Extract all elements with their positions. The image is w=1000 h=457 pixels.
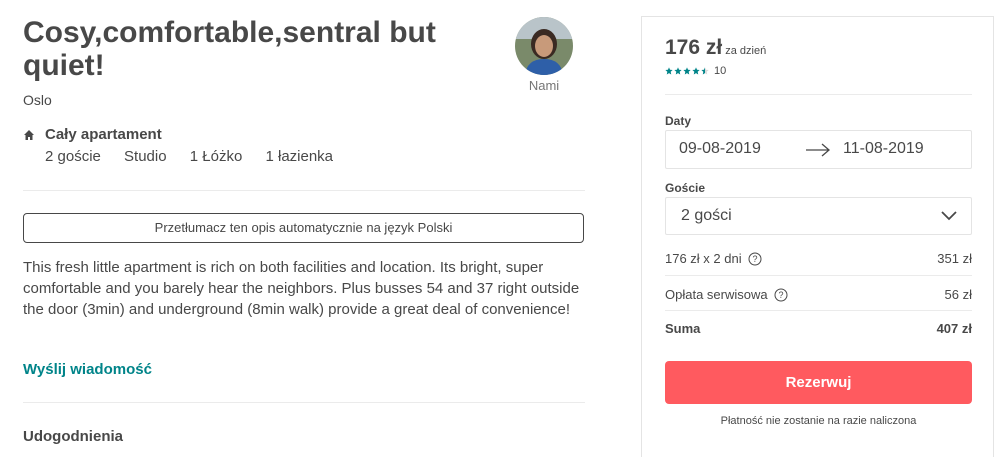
service-fee-value: 56 zł — [944, 287, 972, 302]
price-unit: za dzień — [725, 45, 767, 57]
guests-label: Goście — [665, 181, 706, 195]
rating[interactable]: 10 — [665, 65, 726, 77]
dates-label: Daty — [665, 114, 692, 128]
card-divider — [665, 275, 972, 276]
listing-title: Cosy,comfortable,sentral but quiet! — [23, 16, 436, 82]
payment-note: Płatność nie zostanie na razie naliczona — [720, 415, 917, 427]
total-label: Suma — [665, 321, 701, 336]
nights-value: 351 zł — [937, 251, 972, 266]
svg-text:?: ? — [752, 254, 757, 264]
feature-guests: 2 goście — [45, 148, 101, 165]
check-out-date[interactable]: 11-08-2019 — [843, 140, 924, 158]
feature-baths: 1 łazienka — [265, 148, 334, 165]
feature-layout: Studio — [124, 148, 167, 165]
star-half-icon — [701, 67, 709, 75]
dates-picker[interactable]: 09-08-2019 11-08-2019 — [665, 130, 972, 169]
rating-count: 10 — [714, 65, 727, 77]
check-in-date[interactable]: 09-08-2019 — [679, 140, 761, 158]
listing-features: 2 goście Studio 1 Łóżko 1 łazienka — [45, 148, 352, 165]
service-label-wrap: Opłata serwisowa ? — [665, 287, 788, 302]
star-icon — [692, 67, 700, 75]
translate-button[interactable]: Przetłumacz ten opis automatycznie na ję… — [23, 213, 584, 243]
listing-description: This fresh little apartment is rich on b… — [23, 259, 580, 318]
send-message-link[interactable]: Wyślij wiadomość — [23, 361, 152, 378]
host-name: Nami — [528, 78, 560, 93]
guests-value: 2 gości — [681, 207, 732, 224]
section-divider — [23, 402, 585, 403]
listing-type-title: Cały apartament — [45, 126, 162, 143]
chevron-down-icon — [941, 211, 957, 221]
host-avatar[interactable] — [515, 17, 573, 75]
reserve-button[interactable]: Rezerwuj — [665, 361, 972, 404]
svg-text:?: ? — [778, 290, 783, 300]
listing-city: Oslo — [23, 92, 52, 108]
star-icon — [683, 67, 691, 75]
nights-label: 176 zł x 2 dni — [665, 251, 742, 266]
guests-select[interactable]: 2 gości — [665, 197, 972, 235]
star-icon — [665, 67, 673, 75]
booking-card: 176 zł za dzień 10 Daty 09-08-2019 11-08-… — [641, 16, 994, 457]
feature-beds: 1 Łóżko — [189, 148, 243, 165]
total-value: 407 zł — [936, 321, 972, 336]
card-divider — [665, 310, 972, 311]
home-icon — [24, 130, 34, 140]
section-divider — [23, 190, 585, 191]
rating-stars — [665, 67, 709, 75]
price-display: 176 zł za dzień — [665, 36, 766, 60]
question-circle-icon[interactable]: ? — [748, 252, 762, 266]
amenities-heading: Udogodnienia — [23, 428, 123, 445]
question-circle-icon[interactable]: ? — [774, 288, 788, 302]
arrow-right-icon — [806, 143, 830, 157]
price-amount: 176 zł — [665, 36, 723, 59]
card-divider — [665, 94, 972, 95]
nights-label-wrap: 176 zł x 2 dni ? — [665, 251, 762, 266]
host-profile[interactable]: Nami — [514, 17, 574, 93]
service-fee-label: Opłata serwisowa — [665, 287, 768, 302]
star-icon — [674, 67, 682, 75]
